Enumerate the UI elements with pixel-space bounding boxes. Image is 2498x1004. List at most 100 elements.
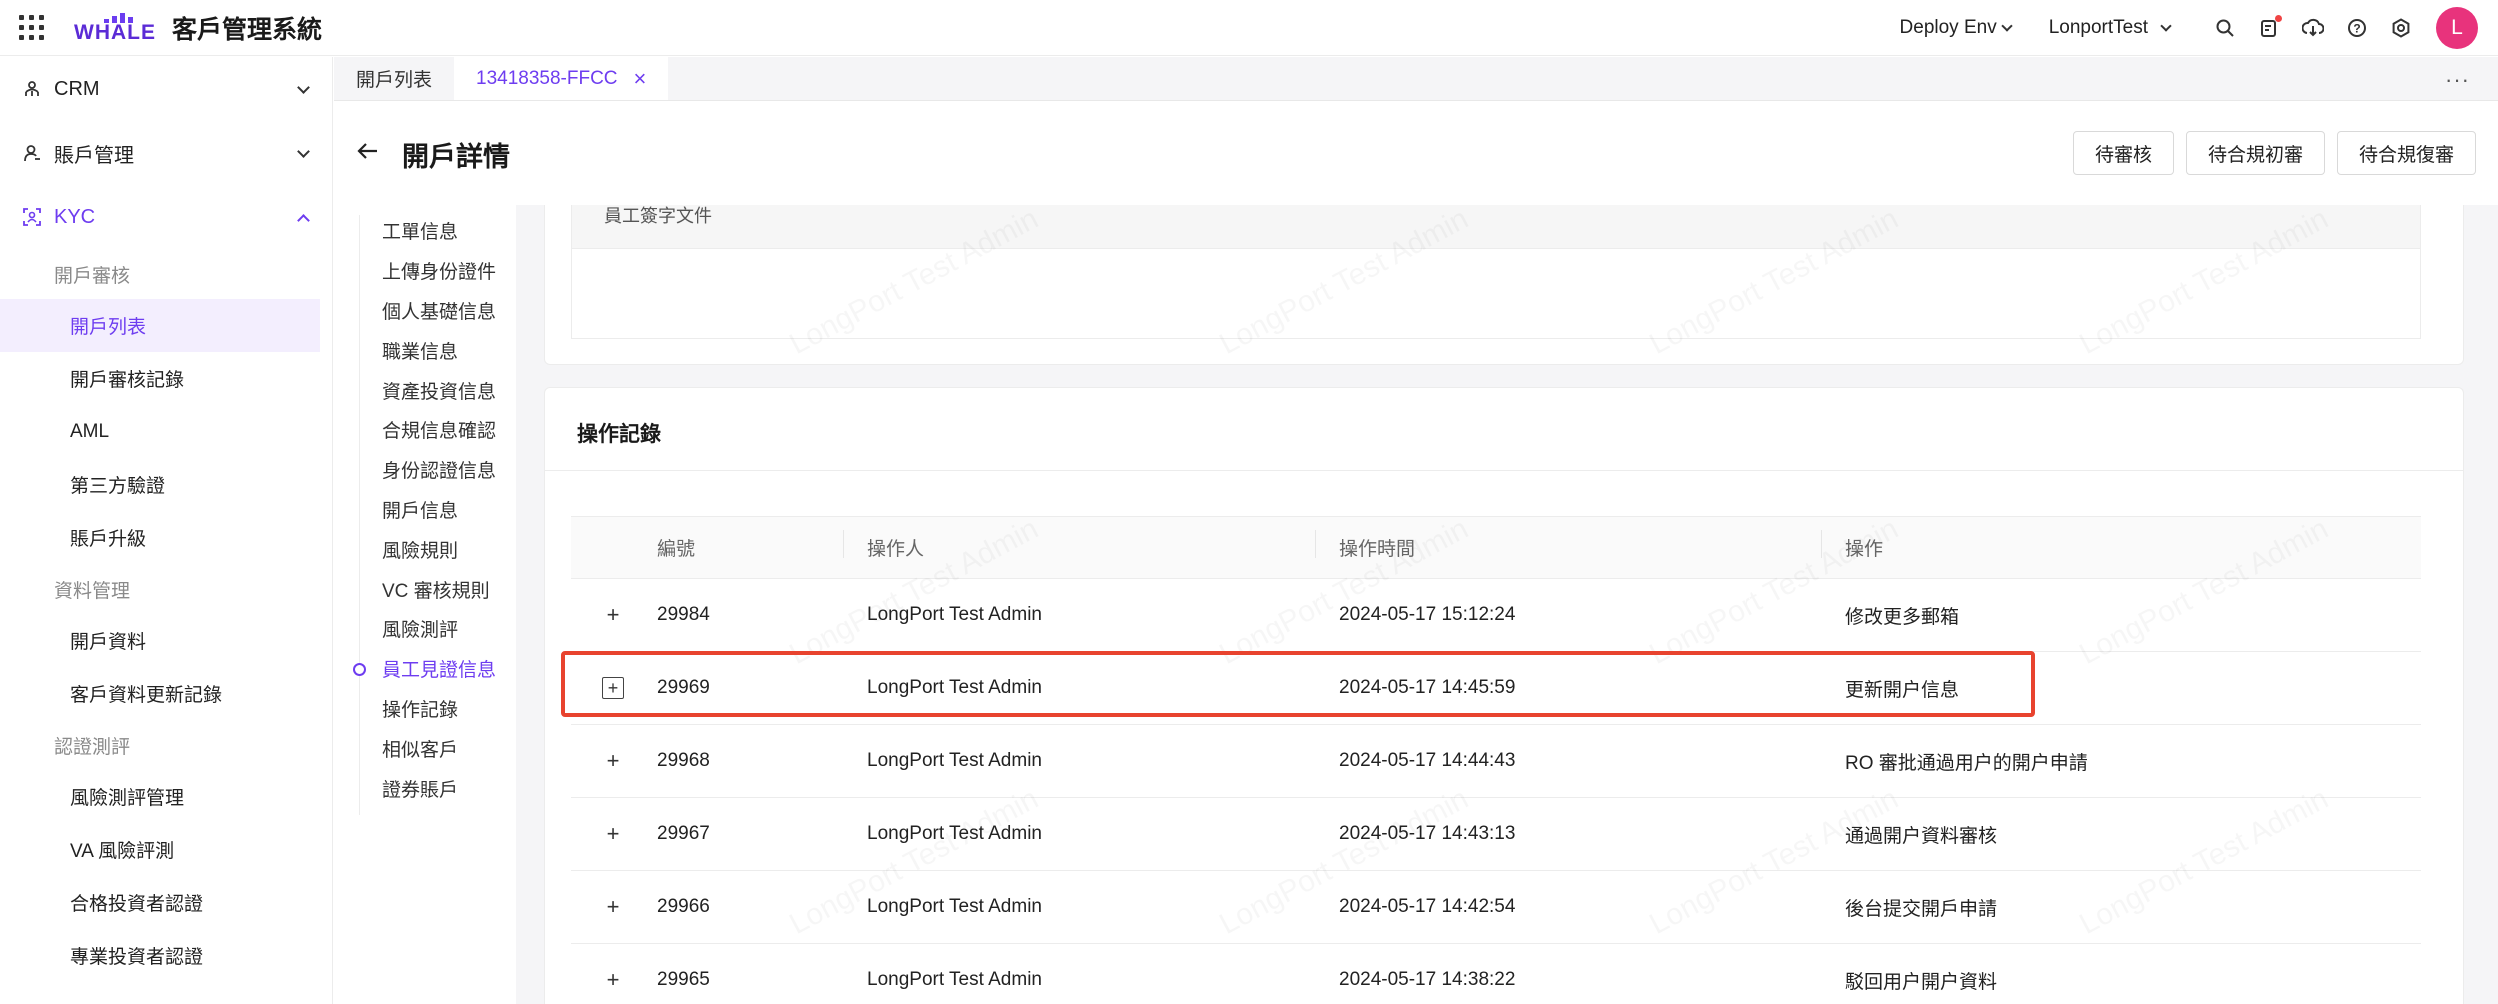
expand-icon[interactable]: +: [602, 969, 624, 991]
user-icon: [22, 143, 42, 163]
cell-time: 2024-05-17 14:38:22: [1339, 969, 1516, 990]
cell-id: 29968: [657, 750, 710, 771]
avatar[interactable]: L: [2436, 7, 2478, 49]
cell-id: 29965: [657, 969, 710, 990]
anchor-item[interactable]: 相似客戶: [334, 728, 516, 768]
chevron-up-icon: [297, 214, 310, 227]
sidebar-section-title: 認證測評: [54, 736, 131, 758]
sidebar-item-review-records[interactable]: 開戶審核記錄: [0, 352, 332, 405]
cell-action: 修改更多郵箱: [1845, 606, 1960, 628]
anchor-item[interactable]: 操作記錄: [334, 689, 516, 729]
sidebar-item-va-risk[interactable]: VA 風險評測: [0, 823, 332, 876]
back-arrow-icon[interactable]: [356, 139, 380, 163]
table-row[interactable]: + 29966 LongPort Test Admin 2024-05-17 1…: [571, 871, 2421, 944]
pending-initial-compliance-button[interactable]: 待合規初審: [2185, 131, 2325, 175]
page-header: 開戶詳情 待審核 待合規初審 待合規復審: [334, 101, 2498, 205]
expand-icon[interactable]: +: [602, 896, 624, 918]
table-row[interactable]: + 29969 LongPort Test Admin 2024-05-17 1…: [571, 652, 2421, 725]
close-icon[interactable]: ×: [634, 66, 647, 92]
chevron-down-icon: [297, 81, 310, 94]
table-row[interactable]: + 29967 LongPort Test Admin 2024-05-17 1…: [571, 798, 2421, 871]
help-icon[interactable]: ?: [2346, 17, 2368, 39]
cell-id: 29984: [657, 604, 710, 625]
sidebar-group-label: 賬戶管理: [54, 144, 134, 167]
detail-content: 員工簽字文件 操作記錄 編號 操作人 操作時間 操作 + 29984 LongP…: [516, 205, 2498, 1004]
column-header-time: 操作時間: [1315, 530, 1845, 561]
cell-time: 2024-05-17 14:45:59: [1339, 677, 1516, 698]
download-icon[interactable]: [2302, 17, 2324, 39]
sidebar-group-account[interactable]: 賬戶管理: [0, 121, 332, 185]
signature-header: 員工簽字文件: [572, 205, 2420, 249]
crm-icon: [22, 79, 42, 99]
cell-operator: LongPort Test Admin: [867, 750, 1042, 771]
anchor-item[interactable]: 工單信息: [334, 211, 516, 251]
anchor-item[interactable]: 身份認證信息: [334, 450, 516, 490]
expand-icon[interactable]: +: [602, 823, 624, 845]
anchor-item[interactable]: 開戶信息: [334, 490, 516, 530]
pending-compliance-recheck-button[interactable]: 待合規復審: [2336, 131, 2476, 175]
anchor-item[interactable]: VC 審核規則: [334, 569, 516, 609]
sidebar-item-account-data[interactable]: 開戶資料: [0, 614, 332, 667]
expand-icon[interactable]: +: [602, 604, 624, 626]
sidebar-section-title: 開戶審核: [54, 265, 131, 287]
settings-icon[interactable]: [2390, 17, 2412, 39]
table-row[interactable]: + 29984 LongPort Test Admin 2024-05-17 1…: [571, 579, 2421, 652]
anchor-item[interactable]: 上傳身份證件: [334, 251, 516, 291]
expand-icon[interactable]: +: [602, 750, 624, 772]
anchor-item-active[interactable]: 員工見證信息: [334, 649, 516, 689]
anchor-item[interactable]: 風險測評: [334, 609, 516, 649]
sidebar-item-third-party[interactable]: 第三方驗證: [0, 458, 332, 511]
table-row[interactable]: + 29965 LongPort Test Admin 2024-05-17 1…: [571, 944, 2421, 1004]
sidebar-group-kyc[interactable]: KYC: [0, 185, 332, 249]
sidebar-item-aml[interactable]: AML: [0, 405, 332, 458]
column-header-operator: 操作人: [843, 530, 1339, 561]
cell-action: 後台提交開戶申請: [1845, 898, 1998, 920]
page-title: 開戶詳情: [402, 142, 510, 172]
operation-log-card: 操作記錄 編號 操作人 操作時間 操作 + 29984 LongPort Tes…: [544, 387, 2464, 1004]
anchor-item[interactable]: 風險規則: [334, 529, 516, 569]
operation-log-table: 編號 操作人 操作時間 操作 + 29984 LongPort Test Adm…: [571, 516, 2421, 1004]
app-grid-icon[interactable]: [18, 15, 44, 41]
sidebar-group-crm[interactable]: CRM: [0, 57, 332, 121]
cell-time: 2024-05-17 15:12:24: [1339, 604, 1516, 625]
expand-icon[interactable]: +: [602, 677, 624, 699]
tab-account-list[interactable]: 開戶列表: [334, 57, 454, 100]
witness-card: 員工簽字文件: [544, 205, 2464, 365]
anchor-item[interactable]: 資產投資信息: [334, 370, 516, 410]
cell-time: 2024-05-17 14:44:43: [1339, 750, 1516, 771]
search-icon[interactable]: [2214, 17, 2236, 39]
sidebar-item-account-list[interactable]: 開戶列表: [0, 299, 320, 352]
sidebar-item-qualified-investor[interactable]: 合格投資者認證: [0, 876, 332, 929]
cell-operator: LongPort Test Admin: [867, 823, 1042, 844]
log-title: 操作記錄: [577, 423, 661, 446]
kyc-icon: [22, 207, 42, 227]
sidebar-section-title: 資料管理: [54, 580, 131, 602]
table-row[interactable]: + 29968 LongPort Test Admin 2024-05-17 1…: [571, 725, 2421, 798]
sidebar-item-professional-investor[interactable]: 專業投資者認證: [0, 929, 332, 982]
sidebar-item-update-records[interactable]: 客戶資料更新記錄: [0, 667, 332, 720]
chevron-down-icon: [2160, 19, 2172, 32]
sidebar-item-risk-assessment[interactable]: 風險測評管理: [0, 770, 332, 823]
tenant-dropdown[interactable]: LonportTest: [2049, 17, 2172, 39]
section-anchor-nav: 工單信息 上傳身份證件 個人基礎信息 職業信息 資產投資信息 合規信息確認 身份…: [334, 205, 516, 1004]
anchor-item[interactable]: 職業信息: [334, 330, 516, 370]
anchor-item[interactable]: 個人基礎信息: [334, 291, 516, 331]
cell-time: 2024-05-17 14:42:54: [1339, 896, 1516, 917]
pending-review-button[interactable]: 待審核: [2072, 131, 2174, 175]
sidebar: CRM 賬戶管理 KYC 開戶審核 開戶列表 開戶審核記錄 AML 第三方驗證 …: [0, 57, 333, 1004]
anchor-item[interactable]: 合規信息確認: [334, 410, 516, 450]
whale-logo: WHALE: [74, 12, 156, 43]
sidebar-item-upgrade[interactable]: 賬戶升級: [0, 511, 332, 564]
tab-account-detail[interactable]: 13418358-FFCC ×: [454, 57, 669, 100]
tab-label: 開戶列表: [356, 70, 433, 91]
tab-bar: 開戶列表 13418358-FFCC × ···: [334, 57, 2498, 101]
task-icon[interactable]: [2258, 15, 2282, 39]
more-icon[interactable]: ···: [2445, 67, 2470, 93]
cell-operator: LongPort Test Admin: [867, 896, 1042, 917]
anchor-item[interactable]: 證券賬戶: [334, 768, 516, 808]
chevron-down-icon: [2001, 19, 2013, 32]
divider: [545, 470, 2463, 471]
cell-id: 29969: [657, 677, 710, 698]
env-dropdown[interactable]: Deploy Env: [1900, 17, 2013, 39]
notification-dot: [2275, 15, 2282, 22]
